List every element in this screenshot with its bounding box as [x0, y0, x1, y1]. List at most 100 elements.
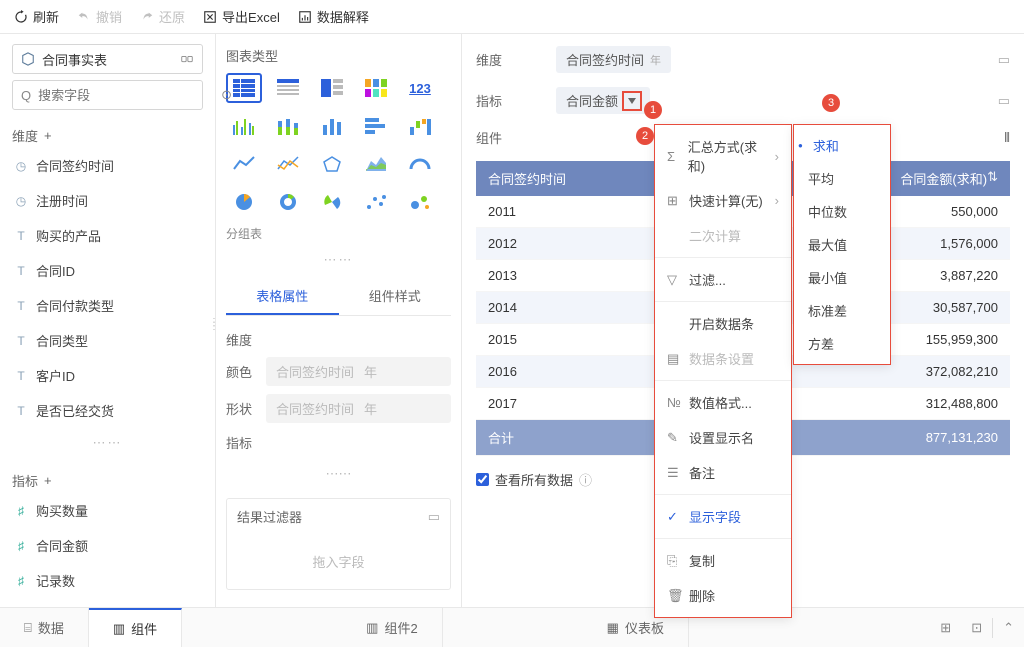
menu-delete[interactable]: 🗑删除 [655, 578, 791, 613]
more-icon[interactable]: ⊙ [221, 87, 232, 103]
field-item[interactable]: T购买的产品 [12, 221, 203, 250]
chart-type-kpi[interactable]: 123 [402, 73, 438, 103]
tab-component2[interactable]: ▥组件2 [342, 608, 443, 647]
menu-display-name[interactable]: ✎设置显示名 [655, 420, 791, 455]
drag-handle[interactable]: ⋯⋯ [12, 435, 203, 451]
undo-button[interactable]: 撤销 [77, 7, 122, 26]
chart-type-grid: 123 [226, 73, 451, 217]
drag-handle[interactable]: ⋯⋯ [226, 252, 451, 268]
field-label: 合同类型 [36, 331, 88, 350]
chart-type-bar[interactable] [358, 111, 394, 141]
color-slot[interactable]: 合同签约时间年 [266, 357, 451, 386]
menu-quick-calc[interactable]: ⊞快速计算(无)› [655, 183, 791, 218]
sort-icon[interactable]: ⇅ [987, 169, 998, 185]
tab-component-style[interactable]: 组件样式 [339, 278, 452, 315]
info-icon[interactable]: ⓘ [579, 470, 592, 489]
menu-filter[interactable]: ▽过滤... [655, 262, 791, 297]
plus-icon[interactable]: + [44, 128, 52, 143]
field-item[interactable]: T合同ID [12, 256, 203, 285]
field-item[interactable]: ♯合同金额 [12, 531, 203, 560]
agg-sum[interactable]: 求和 [794, 129, 890, 162]
chart-type-donut[interactable] [270, 187, 306, 217]
field-item[interactable]: ♯记录数 [12, 566, 203, 595]
add-dashboard-icon[interactable]: ⊡ [961, 620, 992, 636]
trash-icon: 🗑 [667, 588, 681, 604]
metric-dropdown-icon[interactable] [624, 93, 640, 109]
view-all-input[interactable] [476, 473, 489, 486]
export-button[interactable]: 导出Excel [203, 7, 280, 26]
chart-type-waterfall[interactable] [402, 111, 438, 141]
field-item[interactable]: ♯购买数量 [12, 496, 203, 525]
metric-shelf-label: 指标 [476, 91, 536, 110]
agg-stddev[interactable]: 标准差 [794, 294, 890, 327]
dim-pill-unit: 年 [650, 52, 661, 68]
chart-type-rose[interactable] [314, 187, 350, 217]
field-item[interactable]: T客户ID [12, 361, 203, 390]
explain-label: 数据解释 [317, 7, 369, 26]
chart-type-gauge[interactable] [402, 149, 438, 179]
agg-median[interactable]: 中位数 [794, 195, 890, 228]
agg-min[interactable]: 最小值 [794, 261, 890, 294]
chart-type-line[interactable] [226, 149, 262, 179]
field-label: 客户ID [36, 366, 75, 385]
redo-button[interactable]: 还原 [140, 7, 185, 26]
field-search[interactable]: Q ⊙ [12, 80, 203, 110]
field-item[interactable]: ◷合同签约时间 [12, 151, 203, 180]
chart-type-radar[interactable] [314, 149, 350, 179]
dim-pill[interactable]: 合同签约时间 年 [556, 46, 671, 73]
hash-icon: ♯ [14, 539, 28, 553]
field-label: 注册时间 [36, 191, 88, 210]
chart-type-pie[interactable] [226, 187, 262, 217]
view-all-label: 查看所有数据 [495, 470, 573, 489]
chart-type-bubble[interactable] [402, 187, 438, 217]
menu-copy[interactable]: ⎘复制 [655, 543, 791, 578]
chart-type-list[interactable] [314, 73, 350, 103]
field-item[interactable]: T合同类型 [12, 326, 203, 355]
agg-avg[interactable]: 平均 [794, 162, 890, 195]
refresh-button[interactable]: 刷新 [14, 7, 59, 26]
shelf-menu-icon[interactable]: ▭ [998, 52, 1010, 68]
search-input[interactable] [38, 88, 214, 103]
plus-icon[interactable]: + [44, 473, 52, 488]
dim-section-header: 维度 + [12, 126, 203, 145]
table-view-icon[interactable]: ⦀ [1004, 130, 1010, 146]
metric-pill[interactable]: 合同金额 [556, 87, 650, 114]
menu-show-field[interactable]: ✓显示字段 [655, 499, 791, 534]
chart-type-cluster-column[interactable] [226, 111, 262, 141]
field-item[interactable]: T是否已经交货 [12, 396, 203, 425]
data-source-select[interactable]: 合同事实表 [12, 44, 203, 74]
agg-max[interactable]: 最大值 [794, 228, 890, 261]
sigma-icon: Σ [667, 149, 680, 164]
menu-databar-enable[interactable]: 开启数据条 [655, 306, 791, 341]
chart-type-kpi-grid[interactable] [358, 73, 394, 103]
shelf-menu-icon[interactable]: ▭ [998, 93, 1010, 109]
dim-shelf-label: 维度 [476, 50, 536, 69]
field-item[interactable]: T合同付款类型 [12, 291, 203, 320]
tab-table-attr[interactable]: 表格属性 [226, 278, 339, 315]
shape-slot[interactable]: 合同签约时间年 [266, 394, 451, 423]
chart-type-stacked-column[interactable] [270, 111, 306, 141]
text-icon: T [14, 264, 28, 278]
agg-variance[interactable]: 方差 [794, 327, 890, 360]
explain-button[interactable]: 数据解释 [298, 7, 369, 26]
chevron-right-icon: › [775, 193, 779, 208]
chart-type-area[interactable] [358, 149, 394, 179]
expand-icon[interactable]: ⌃ [993, 620, 1024, 636]
filter-dropzone[interactable]: 拖入字段 [227, 534, 450, 589]
text-icon: T [14, 229, 28, 243]
attr-dim-label: 维度 [226, 330, 451, 349]
resize-handle[interactable]: ⋮⋮ [209, 321, 219, 329]
menu-aggregation[interactable]: Σ汇总方式(求和)› [655, 129, 791, 183]
link-icon [180, 52, 194, 66]
tab-component[interactable]: ▥组件 [89, 608, 182, 647]
tab-data[interactable]: ⌸数据 [0, 608, 89, 647]
filter-menu-icon[interactable]: ▭ [428, 509, 440, 525]
chart-type-column[interactable] [314, 111, 350, 141]
add-chart-icon[interactable]: ⊞ [930, 620, 961, 636]
menu-note[interactable]: ☰备注 [655, 455, 791, 490]
field-item[interactable]: ◷注册时间 [12, 186, 203, 215]
chart-type-multi-line[interactable] [270, 149, 306, 179]
chart-type-crosstable[interactable] [270, 73, 306, 103]
menu-number-format[interactable]: №数值格式... [655, 385, 791, 420]
chart-type-scatter[interactable] [358, 187, 394, 217]
